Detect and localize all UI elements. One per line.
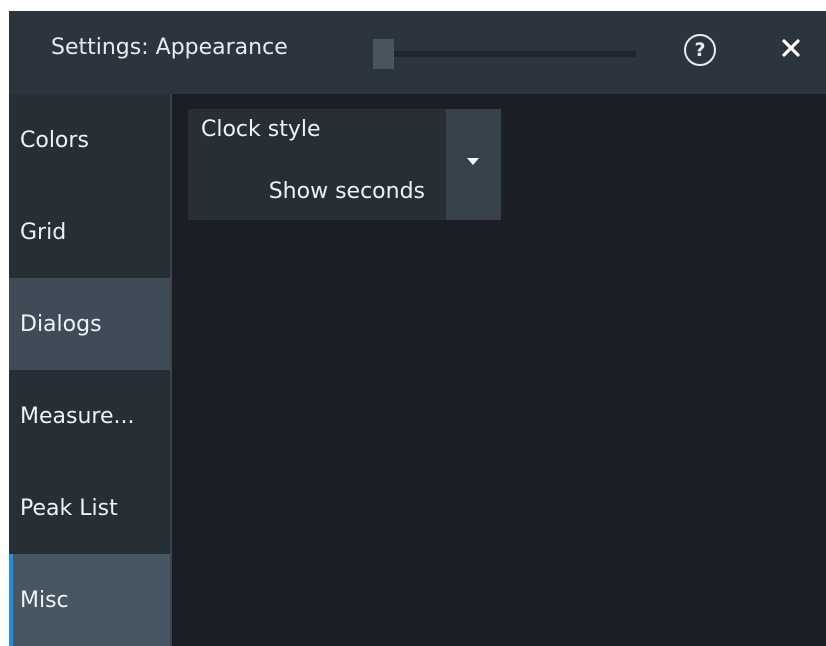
sidebar-item-label: Dialogs: [20, 311, 102, 337]
transparency-slider[interactable]: [373, 39, 636, 69]
sidebar-item-label: Colors: [20, 127, 89, 153]
sidebar-item-label: Peak List: [20, 495, 118, 521]
clock-style-field[interactable]: Clock style Show seconds: [188, 109, 446, 220]
clock-style-label: Clock style: [201, 117, 321, 142]
sidebar-item-misc[interactable]: Misc: [9, 554, 170, 646]
sidebar-item-grid[interactable]: Grid: [9, 186, 170, 278]
sidebar-item-colors[interactable]: Colors: [9, 94, 170, 186]
content-panel: Clock style Show seconds: [172, 94, 826, 646]
sidebar: Colors Grid Dialogs Measure... Peak List…: [9, 94, 172, 646]
slider-track[interactable]: [373, 51, 636, 57]
sidebar-item-label: Grid: [20, 219, 67, 245]
active-indicator: [9, 554, 13, 646]
clock-style-value: Show seconds: [268, 179, 425, 204]
slider-handle[interactable]: [373, 39, 394, 69]
sidebar-item-peak-list[interactable]: Peak List: [9, 462, 170, 554]
settings-dialog: Settings: Appearance ? Colors Grid Dialo…: [9, 11, 826, 646]
caret-down-icon: [467, 158, 479, 165]
clock-style-control[interactable]: Clock style Show seconds: [188, 109, 501, 220]
title-bar: Settings: Appearance ?: [9, 11, 826, 94]
dialog-title: Settings: Appearance: [51, 35, 288, 60]
sidebar-item-label: Misc: [20, 587, 69, 613]
sidebar-item-dialogs[interactable]: Dialogs: [9, 278, 170, 370]
help-icon[interactable]: ?: [684, 34, 716, 66]
sidebar-item-measure[interactable]: Measure...: [9, 370, 170, 462]
sidebar-item-label: Measure...: [20, 403, 135, 429]
close-icon[interactable]: [779, 36, 803, 60]
clock-style-dropdown-button[interactable]: [446, 109, 501, 220]
